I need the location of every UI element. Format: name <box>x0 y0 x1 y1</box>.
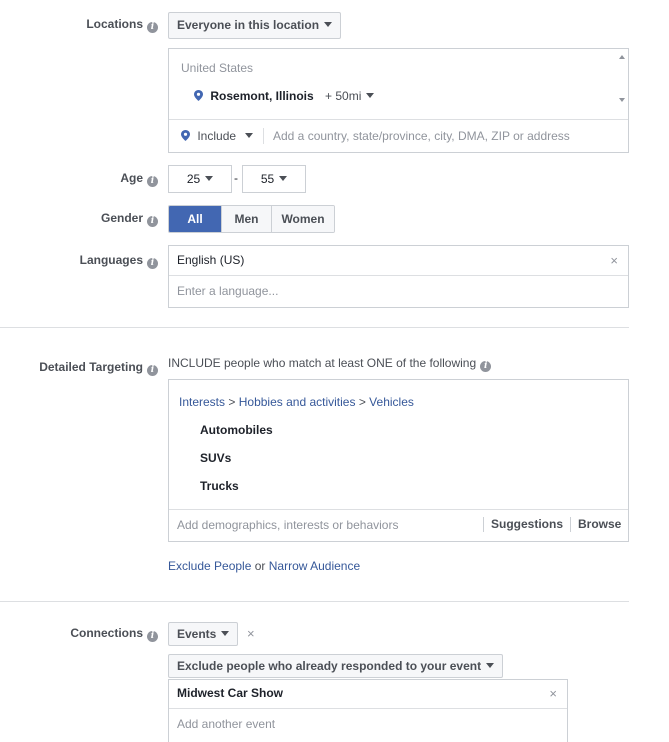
location-radius-dropdown[interactable]: + 50mi <box>325 89 375 103</box>
close-icon[interactable]: × <box>247 626 255 641</box>
targeting-box: Interests > Hobbies and activities > Veh… <box>168 379 629 542</box>
targeting-links: Exclude People or Narrow Audience <box>168 559 361 573</box>
info-icon[interactable]: i <box>147 365 158 376</box>
gender-all-button[interactable]: All <box>169 206 221 232</box>
targeting-item[interactable]: Trucks <box>200 479 239 493</box>
age-max-dropdown[interactable]: 55 <box>242 165 306 193</box>
caret-down-icon <box>324 22 333 27</box>
targeting-search-input[interactable]: Add demographics, interests or behaviors <box>177 518 398 532</box>
connections-type-dropdown[interactable]: Events <box>168 622 239 646</box>
exclude-people-link[interactable]: Exclude People <box>168 559 251 573</box>
language-token: English (US) <box>177 253 245 267</box>
suggestions-button[interactable]: Suggestions <box>491 517 563 531</box>
event-token: Midwest Car Show <box>177 686 284 700</box>
close-icon[interactable]: × <box>549 686 557 701</box>
breadcrumb-hobbies[interactable]: Hobbies and activities <box>239 395 356 409</box>
caret-down-icon <box>366 93 375 98</box>
locations-label: Locations i <box>86 17 158 33</box>
section-divider <box>0 601 629 602</box>
targeting-item[interactable]: SUVs <box>200 451 231 465</box>
location-scrollbar[interactable] <box>618 53 626 108</box>
detailed-targeting-label: Detailed Targeting i <box>39 360 158 376</box>
info-icon[interactable]: i <box>147 22 158 33</box>
info-icon[interactable]: i <box>480 361 492 372</box>
map-pin-icon <box>181 130 190 141</box>
targeting-item[interactable]: Automobiles <box>200 423 273 437</box>
age-min-dropdown[interactable]: 25 <box>168 165 232 193</box>
gender-segmented-control: All Men Women <box>168 205 335 233</box>
location-search-input[interactable]: Add a country, state/province, city, DMA… <box>273 129 570 143</box>
breadcrumb-interests[interactable]: Interests <box>179 395 225 409</box>
section-divider <box>0 327 629 328</box>
languages-box: English (US) × Enter a language... <box>168 245 629 308</box>
location-mode-dropdown[interactable]: Everyone in this location <box>168 12 342 39</box>
browse-button[interactable]: Browse <box>578 517 621 531</box>
map-pin-icon <box>194 90 203 101</box>
caret-down-icon <box>221 631 230 636</box>
gender-men-button[interactable]: Men <box>221 206 271 232</box>
info-icon[interactable]: i <box>147 176 158 187</box>
location-country: United States <box>181 61 254 75</box>
gender-women-button[interactable]: Women <box>271 206 334 232</box>
languages-label: Languages i <box>80 253 158 269</box>
language-input[interactable]: Enter a language... <box>177 284 278 298</box>
location-include-dropdown[interactable]: Include <box>181 129 254 143</box>
age-label: Age i <box>120 171 158 187</box>
caret-down-icon <box>486 663 495 668</box>
location-city: Rosemont, Illinois <box>210 89 314 103</box>
targeting-breadcrumb: Interests > Hobbies and activities > Veh… <box>179 395 414 409</box>
exclude-responded-dropdown[interactable]: Exclude people who already responded to … <box>168 654 504 678</box>
connections-label: Connections i <box>70 626 158 642</box>
info-icon[interactable]: i <box>147 258 158 269</box>
info-icon[interactable]: i <box>147 631 158 642</box>
info-icon[interactable]: i <box>147 216 158 227</box>
event-input[interactable]: Add another event <box>177 717 275 731</box>
age-separator: - <box>234 171 238 185</box>
narrow-audience-link[interactable]: Narrow Audience <box>269 559 360 573</box>
location-box: United States Rosemont, Illinois + 50mi … <box>168 48 629 153</box>
caret-down-icon <box>245 133 254 138</box>
targeting-instruction: INCLUDE people who match at least ONE of… <box>168 356 492 372</box>
gender-label: Gender i <box>101 211 158 227</box>
close-icon[interactable]: × <box>610 253 618 268</box>
events-box: Midwest Car Show × Add another event <box>168 679 568 742</box>
caret-down-icon <box>279 176 288 181</box>
caret-down-icon <box>205 176 214 181</box>
location-city-row: Rosemont, Illinois + 50mi <box>194 89 375 103</box>
breadcrumb-vehicles[interactable]: Vehicles <box>369 395 414 409</box>
